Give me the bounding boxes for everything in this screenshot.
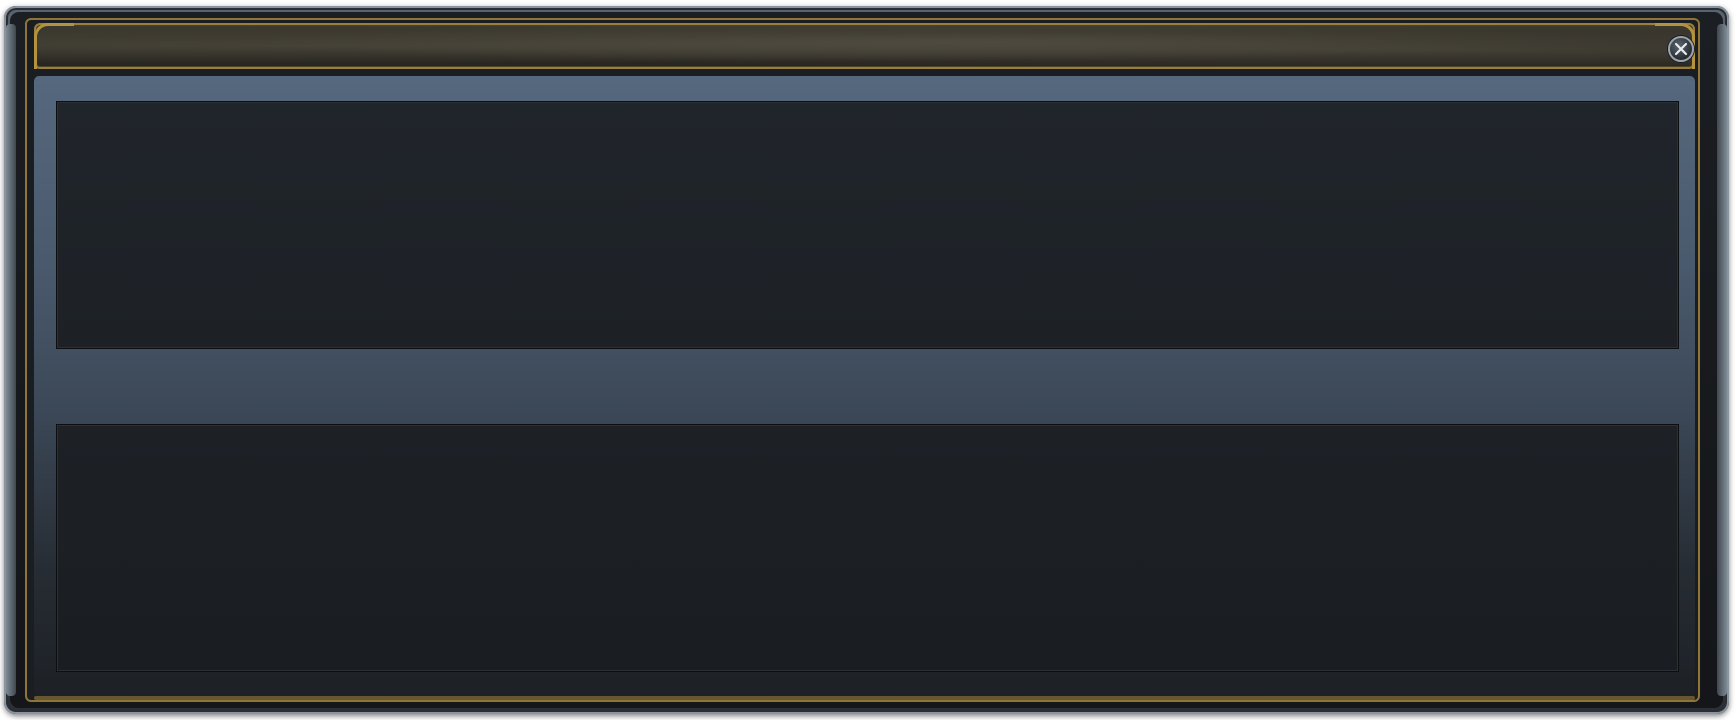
frame-right-edge bbox=[1717, 24, 1727, 696]
frame-left-edge bbox=[6, 24, 16, 696]
close-icon bbox=[1674, 42, 1688, 56]
bottom-panel bbox=[56, 424, 1679, 672]
title-bar-corner-left bbox=[34, 23, 74, 69]
bottom-gold-rim bbox=[34, 696, 1695, 700]
title-bar bbox=[34, 23, 1695, 69]
close-button[interactable] bbox=[1668, 36, 1694, 62]
top-panel bbox=[56, 101, 1679, 349]
